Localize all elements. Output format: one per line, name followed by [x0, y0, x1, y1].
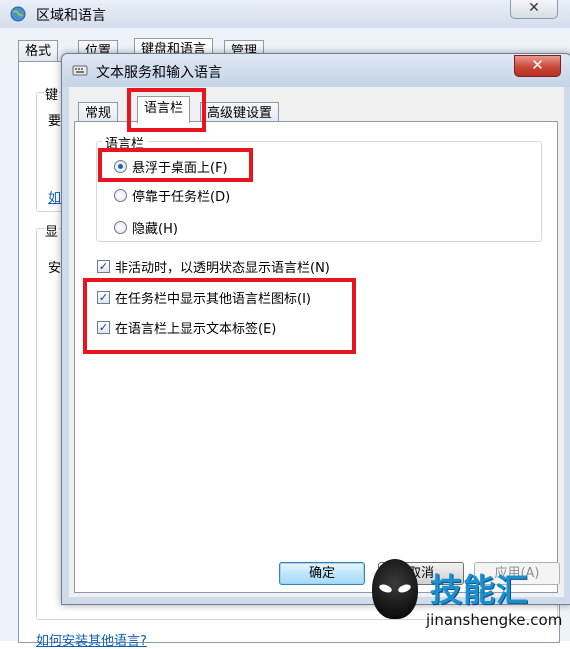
back-display-group-label: 显 — [44, 221, 60, 240]
highlight-checkbox-options — [83, 278, 356, 354]
back-window-title: 区域和语言 — [36, 8, 106, 24]
back-window-close-button[interactable]: ✕ — [510, 0, 558, 19]
keyboard-icon — [72, 65, 88, 76]
tab-language-bar[interactable]: 语言栏 — [137, 96, 191, 123]
back-text-line-b: 安 — [48, 261, 62, 276]
back-link-short[interactable]: 如 — [48, 187, 61, 206]
dialog-titlebar: 文本服务和输入语言 ✕ — [62, 54, 570, 87]
dialog-title: 文本服务和输入语言 — [96, 65, 222, 81]
radio-hidden-label: 隐藏(H) — [132, 222, 178, 237]
radio-dock-label: 停靠于任务栏(D) — [132, 190, 231, 205]
back-tab-formats[interactable]: 格式 — [18, 40, 59, 62]
back-text-line-a: 要 — [48, 114, 62, 129]
dialog-close-button[interactable]: ✕ — [514, 55, 561, 77]
back-install-language-link[interactable]: 如何安装其他语言? — [36, 630, 147, 649]
watermark: 技能汇 jinanshengke.com — [364, 557, 570, 641]
watermark-url: jinanshengke.com — [426, 611, 563, 629]
back-keyboard-group-label: 键 — [44, 84, 60, 103]
highlight-float-option — [98, 148, 253, 182]
radio-dock-taskbar[interactable] — [114, 189, 127, 202]
globe-icon — [10, 6, 26, 22]
ok-button[interactable]: 确定 — [279, 562, 365, 585]
alien-logo-icon — [372, 559, 418, 619]
radio-hidden[interactable] — [114, 221, 127, 234]
checkbox-transparent-inactive[interactable]: ✓ — [97, 260, 110, 273]
watermark-text: 技能汇 — [430, 571, 530, 609]
checkbox-transparent-label: 非活动时，以透明状态显示语言栏(N) — [115, 261, 330, 276]
back-window-titlebar: 区域和语言 ✕ — [0, 0, 570, 28]
